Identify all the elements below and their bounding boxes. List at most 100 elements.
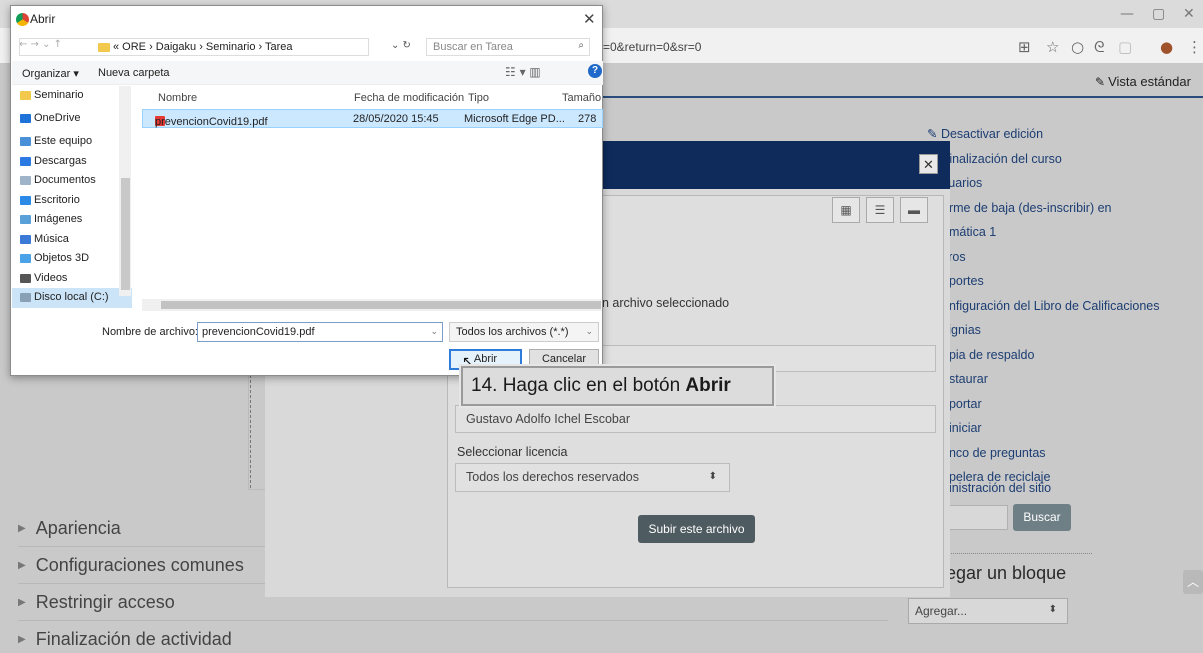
close-icon[interactable]: ✕	[583, 10, 596, 28]
nav-item-label: OneDrive	[34, 111, 81, 124]
grid-icon[interactable]: ⊞	[1018, 38, 1031, 56]
nav-item[interactable]: Disco local (C:)	[12, 288, 132, 308]
folder-icon	[20, 254, 31, 263]
view-toggle: ▦ ☰ ▬	[832, 197, 938, 225]
menu-item[interactable]: estaurar	[927, 367, 1160, 392]
nav-item-label: Música	[34, 232, 69, 245]
nav-scroll-thumb[interactable]	[121, 178, 130, 290]
folder-icon	[20, 156, 31, 166]
author-input[interactable]: Gustavo Adolfo Ichel Escobar	[455, 405, 936, 433]
col-name[interactable]: Nombre	[158, 92, 197, 104]
buscar-button[interactable]: Buscar	[1013, 504, 1071, 531]
nav-item-label: Disco local (C:)	[34, 291, 109, 303]
upload-file-button[interactable]: Subir este archivo	[638, 515, 755, 543]
nav-item[interactable]: OneDrive	[12, 109, 132, 129]
select-arrow-icon: ⬍	[1048, 604, 1057, 615]
folder-icon	[20, 273, 31, 283]
nav-item[interactable]: Este equipo	[12, 132, 132, 152]
url-text[interactable]: =0&return=0&sr=0	[603, 40, 701, 54]
nav-item[interactable]: Objetos 3D	[12, 249, 132, 269]
col-size[interactable]: Tamaño	[562, 92, 601, 104]
nav-item[interactable]: Seminario	[12, 86, 132, 106]
nav-item[interactable]: Música	[12, 230, 132, 250]
menu-item[interactable]: ✎ Desactivar edición	[927, 122, 1160, 147]
organize-button[interactable]: Organizar ▾	[22, 67, 79, 80]
list-view-icon[interactable]: ☰	[866, 197, 894, 223]
help-icon[interactable]: ?	[588, 64, 602, 78]
menu-item[interactable]: anco de preguntas	[927, 441, 1160, 466]
tutorial-callout: 14. Haga clic en el botón Abrir	[461, 366, 774, 406]
nav-item-label: Seminario	[34, 89, 84, 101]
refresh-icon[interactable]: ⌄ ↻	[391, 40, 411, 51]
col-type[interactable]: Tipo	[468, 92, 489, 104]
search-icon: ⌕	[578, 40, 584, 51]
horizontal-scroll-thumb[interactable]	[161, 301, 601, 309]
menu-item[interactable]: eportes	[927, 269, 1160, 294]
section-finalizacion[interactable]: ▶ Finalización de actividad	[18, 621, 888, 653]
col-date[interactable]: Fecha de modificación	[354, 92, 464, 104]
nav-item[interactable]: Videos	[12, 269, 132, 289]
dialog-toolbar: Organizar ▾ Nueva carpeta ☷ ▾ ▥	[12, 61, 603, 85]
folder-icon	[20, 137, 31, 146]
menu-item[interactable]: ⚙ Finalización del curso	[927, 147, 1160, 172]
file-row[interactable]: prevencionCovid19.pdf 28/05/2020 15:45 M…	[142, 109, 603, 128]
vista-estandar-link[interactable]: ✎ Vista estándar	[1095, 74, 1191, 89]
close-icon[interactable]: ✕	[919, 154, 938, 174]
minimize-icon[interactable]: —	[1120, 6, 1134, 22]
folder-view-icon[interactable]: ▬	[900, 197, 928, 223]
menu-item[interactable]: emática 1	[927, 220, 1160, 245]
chrome-icon	[16, 13, 29, 26]
folder-icon	[20, 113, 31, 123]
nav-item[interactable]: Imágenes	[12, 210, 132, 230]
nav-item[interactable]: Descargas	[12, 152, 132, 172]
menu-item[interactable]: nportar	[927, 392, 1160, 417]
scroll-top-button[interactable]: ︿	[1183, 570, 1203, 594]
grid-view-icon[interactable]: ▦	[832, 197, 860, 223]
no-file-text: ún archivo seleccionado	[595, 296, 730, 310]
menu-item[interactable]: einiciar	[927, 416, 1160, 441]
avatar-icon[interactable]: ●	[1160, 38, 1173, 56]
menu-icon[interactable]: ⋮	[1187, 38, 1202, 56]
select-arrow-icon: ⬍	[708, 471, 717, 482]
menu-item[interactable]: suarios	[927, 171, 1160, 196]
admin-site-link[interactable]: ninistración del sitio	[942, 481, 1051, 495]
circle-icon[interactable]: ○	[1071, 38, 1084, 56]
filename-label: Nombre de archivo:	[102, 326, 198, 338]
menu-item[interactable]: arme de baja (des-inscribir) en	[927, 196, 1160, 221]
new-folder-button[interactable]: Nueva carpeta	[98, 67, 170, 79]
menu-item[interactable]: onfiguración del Libro de Calificaciones	[927, 294, 1160, 319]
filename-input[interactable]: prevencionCovid19.pdf ⌄	[197, 322, 443, 342]
open-file-dialog: Abrir ✕ ← → ⌄ ↑ « ORE › Daigaku › Semina…	[10, 5, 603, 376]
pencil-icon: ✎	[927, 127, 941, 141]
folder-icon	[20, 176, 31, 185]
folder-icon	[20, 195, 31, 205]
license-select[interactable]: Todos los derechos reservados ⬍	[455, 463, 730, 492]
swirl-icon[interactable]: ᘓ	[1094, 38, 1105, 56]
folder-icon	[20, 234, 31, 244]
chevron-down-icon: ⌄	[430, 326, 438, 336]
view-options-icon[interactable]: ☷ ▾ ▥	[505, 65, 541, 79]
nav-item-label: Videos	[34, 271, 68, 284]
maximize-icon[interactable]: ▢	[1152, 6, 1165, 22]
menu-item[interactable]: signias	[927, 318, 1160, 343]
breadcrumb[interactable]: « ORE › Daigaku › Seminario › Tarea	[19, 38, 369, 56]
filetype-select[interactable]: Todos los archivos (*.*) ⌄	[449, 322, 599, 342]
dropzone-dashed	[250, 370, 260, 488]
folder-icon	[20, 215, 31, 224]
expand-icon: ▶	[18, 596, 26, 608]
folder-icon	[20, 293, 31, 302]
file-size: 278	[578, 113, 597, 125]
add-block-select[interactable]: Agregar... ⬍	[908, 598, 1068, 624]
close-window-icon[interactable]: ✕	[1183, 6, 1195, 22]
dialog-titlebar: Abrir ✕	[11, 6, 602, 34]
navbar-divider	[600, 96, 1203, 98]
menu-item[interactable]: ltros	[927, 245, 1160, 270]
nav-item[interactable]: Documentos	[12, 171, 132, 191]
box-icon[interactable]: ▢	[1118, 38, 1132, 56]
menu-item[interactable]: opia de respaldo	[927, 343, 1160, 368]
nav-item[interactable]: Escritorio	[12, 191, 132, 211]
vista-label: Vista estándar	[1108, 74, 1191, 89]
admin-menu: ✎ Desactivar edición ⚙ Finalización del …	[927, 122, 1160, 490]
star-icon[interactable]: ☆	[1046, 38, 1059, 56]
search-input[interactable]: Buscar en Tarea ⌕	[426, 38, 590, 56]
